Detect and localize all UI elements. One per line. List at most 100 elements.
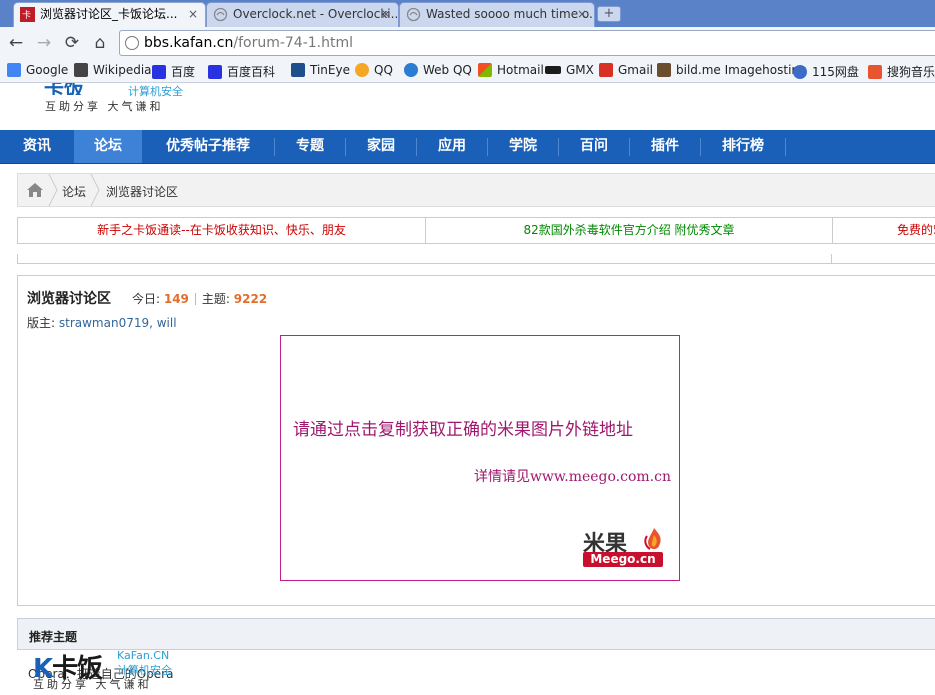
- meego-logo: 米果 Meego.cn: [583, 526, 671, 574]
- close-tab-icon[interactable]: ×: [188, 3, 198, 26]
- home-icon[interactable]: [26, 181, 44, 199]
- new-tab-button[interactable]: +: [597, 6, 621, 22]
- 115-icon: [793, 65, 807, 79]
- watermark-tagline: 互助分享 大气谦和: [33, 678, 152, 691]
- placeholder-details: 详情请见www.meego.com.cn: [473, 469, 671, 485]
- forward-button[interactable]: →: [33, 32, 55, 54]
- bookmark-label: Gmail: [618, 63, 654, 77]
- bookmark-wikipedia[interactable]: Wikipedia: [74, 63, 152, 77]
- nav-home[interactable]: 家园: [346, 130, 416, 163]
- page-favicon-icon: [406, 7, 421, 22]
- nav-news[interactable]: 资讯: [0, 130, 74, 163]
- stats-divider: [194, 293, 196, 305]
- breadcrumb: 论坛 浏览器讨论区: [17, 173, 935, 207]
- hotlink-placeholder-image: 请通过点击复制获取正确的米果图片外链地址 详情请见www.meego.com.c…: [280, 335, 680, 581]
- moderators-links[interactable]: strawman0719, will: [59, 316, 177, 330]
- webqq-icon: [404, 63, 418, 77]
- gmx-icon: [545, 66, 561, 74]
- windows-icon: [478, 63, 492, 77]
- nav-featured-posts[interactable]: 优秀帖子推荐: [142, 130, 274, 163]
- browser-tab-wasted[interactable]: Wasted soooo much time o... ×: [399, 2, 595, 27]
- nav-apps[interactable]: 应用: [417, 130, 487, 163]
- announcement-link[interactable]: 82款国外杀毒软件官方介绍 附优秀文章: [426, 218, 832, 243]
- qq-icon: [355, 63, 369, 77]
- bookmark-label: 百度百科: [227, 65, 276, 79]
- bookmark-sogou[interactable]: 搜狗音乐: [868, 63, 935, 80]
- bookmark-google[interactable]: Google: [7, 63, 68, 77]
- gmail-icon: [599, 63, 613, 77]
- bookmark-115[interactable]: 115网盘: [793, 63, 859, 80]
- nav-qa[interactable]: 百问: [559, 130, 629, 163]
- nav-plugins[interactable]: 插件: [630, 130, 700, 163]
- nav-forum[interactable]: 论坛: [74, 130, 142, 163]
- bookmark-label: Web QQ: [423, 63, 472, 77]
- breadcrumb-chevron-icon: [48, 174, 58, 206]
- page-favicon-icon: [213, 7, 228, 22]
- today-count: 149: [163, 292, 189, 306]
- reload-button[interactable]: ⟳: [61, 32, 83, 54]
- announcement-link[interactable]: 免费的5: [833, 218, 935, 243]
- browser-tab-strip: 卡 浏览器讨论区_卡饭论坛... × Overclock.net - Overc…: [0, 0, 935, 27]
- moderators-label: 版主:: [27, 316, 59, 330]
- bookmark-label: QQ: [374, 63, 393, 77]
- placeholder-message: 请通过点击复制获取正确的米果图片外链地址: [293, 420, 633, 440]
- today-label: 今日:: [132, 292, 164, 306]
- tab-title: Overclock.net - Overclocki...: [233, 7, 399, 21]
- breadcrumb-current: 浏览器讨论区: [106, 185, 179, 199]
- tineye-icon: [291, 63, 305, 77]
- url-host: bbs.kafan.cn: [144, 35, 234, 51]
- breadcrumb-forum[interactable]: 论坛: [62, 183, 86, 200]
- baidu-icon: [152, 65, 166, 79]
- google-icon: [7, 63, 21, 77]
- url-path: /forum-74-1.html: [233, 35, 354, 51]
- bookmark-label: 115网盘: [812, 65, 859, 79]
- browser-tab-kafan[interactable]: 卡 浏览器讨论区_卡饭论坛... ×: [13, 2, 206, 27]
- topics-label: 主题:: [201, 292, 234, 306]
- announcement-bar: 新手之卡饭通读--在卡饭收获知识、快乐、朋友 82款国外杀毒软件官方介绍 附优秀…: [17, 217, 935, 244]
- bookmark-gmx[interactable]: GMX: [545, 63, 594, 77]
- bookmark-hotmail[interactable]: Hotmail: [478, 63, 544, 77]
- close-tab-icon[interactable]: ×: [577, 3, 587, 26]
- bildme-icon: [657, 63, 671, 77]
- bookmark-baidu[interactable]: 百度: [152, 63, 195, 80]
- kafan-favicon-icon: 卡: [20, 7, 35, 22]
- bookmark-webqq[interactable]: Web QQ: [404, 63, 472, 77]
- bookmark-label: Hotmail: [497, 63, 544, 77]
- bookmark-label: Google: [26, 63, 69, 77]
- nav-academy[interactable]: 学院: [488, 130, 558, 163]
- bookmark-bildme[interactable]: bild.me Imagehosting: [657, 63, 807, 77]
- bookmark-gmail[interactable]: Gmail: [599, 63, 653, 77]
- bookmark-baidu-baike[interactable]: 百度百科: [208, 63, 275, 80]
- close-tab-icon[interactable]: ×: [381, 3, 391, 26]
- bookmarks-bar: Google Wikipedia 百度 百度百科 TinEye QQ Web Q…: [0, 60, 935, 83]
- meego-logo-en: Meego.cn: [583, 552, 663, 567]
- sogou-icon: [868, 65, 882, 79]
- bookmark-tineye[interactable]: TinEye: [291, 63, 350, 77]
- meego-flame-icon: [644, 528, 661, 550]
- logo-mark: 卡饭: [44, 83, 84, 95]
- bookmark-label: 百度: [171, 65, 196, 79]
- page-info-icon[interactable]: [125, 36, 139, 50]
- topics-count: 9222: [233, 292, 268, 306]
- nav-rankings[interactable]: 排行榜: [701, 130, 785, 163]
- nav-divider: [785, 138, 786, 156]
- bookmark-label: GMX: [566, 63, 594, 77]
- bookmark-qq[interactable]: QQ: [355, 63, 393, 77]
- breadcrumb-chevron-icon: [90, 174, 100, 206]
- address-bar[interactable]: bbs.kafan.cn/forum-74-1.html: [119, 30, 935, 56]
- forum-title: 浏览器讨论区: [27, 291, 111, 307]
- nav-topics[interactable]: 专题: [275, 130, 345, 163]
- site-logo[interactable]: 卡饭: [44, 83, 124, 95]
- logo-subtitle: 计算机安全: [128, 85, 183, 98]
- main-nav: 资讯 论坛 优秀帖子推荐 专题 家园 应用 学院 百问 插件 排行榜: [0, 130, 935, 164]
- announcement-link[interactable]: 新手之卡饭通读--在卡饭收获知识、快乐、朋友: [18, 218, 425, 243]
- announcement-bar-secondary: [17, 254, 935, 264]
- browser-tab-overclock[interactable]: Overclock.net - Overclocki... ×: [206, 2, 399, 27]
- home-button[interactable]: ⌂: [89, 32, 111, 54]
- back-button[interactable]: ←: [5, 32, 27, 54]
- forum-stats: 今日: 149 主题: 9222: [132, 290, 267, 307]
- browser-toolbar: ← → ⟳ ⌂ bbs.kafan.cn/forum-74-1.html: [0, 27, 935, 60]
- logo-tagline: 互助分享 大气谦和: [45, 100, 164, 113]
- recommended-topics-title: 推荐主题: [29, 630, 78, 644]
- bookmark-label: 搜狗音乐: [887, 65, 935, 79]
